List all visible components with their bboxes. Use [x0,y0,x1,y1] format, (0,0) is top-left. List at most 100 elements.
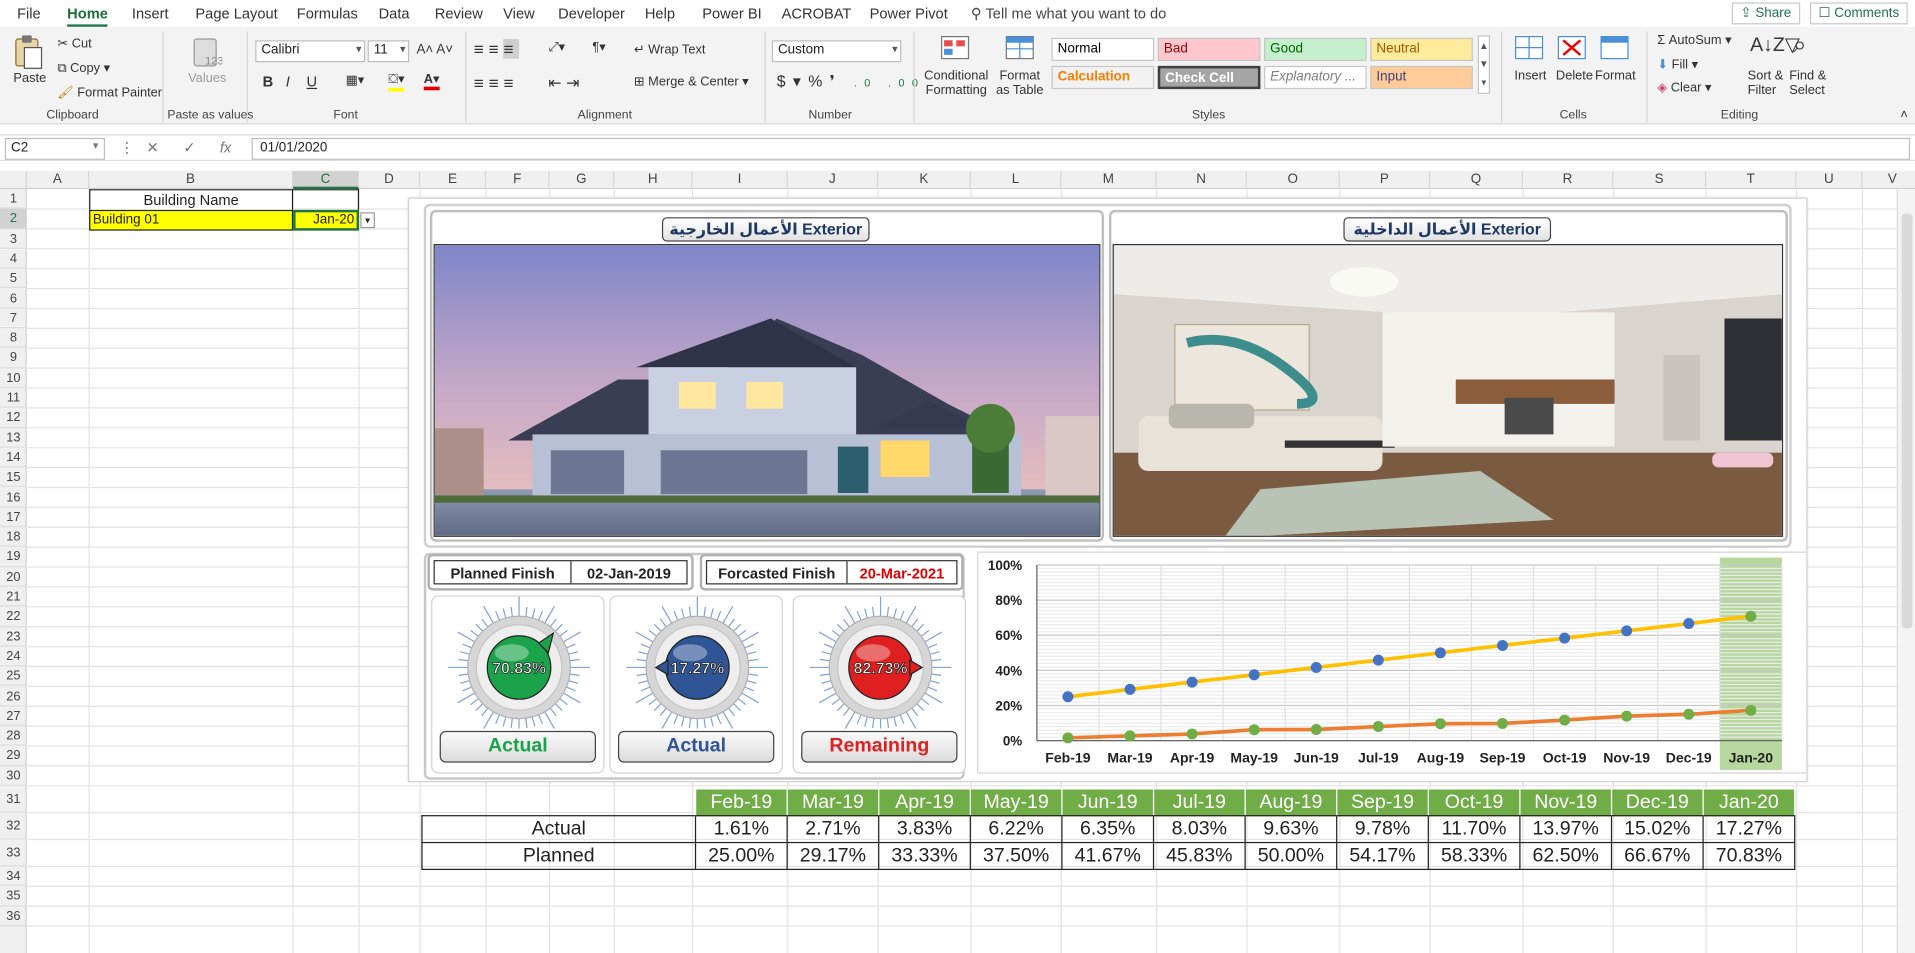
bold-button[interactable]: B [263,73,274,90]
series-2-point[interactable] [1745,704,1757,716]
format-painter-button[interactable]: 🖌 Format Painter [57,84,162,100]
table-cell-actual[interactable]: 6.35% [1061,815,1155,844]
table-cell-planned[interactable]: 37.50% [969,841,1063,871]
format-as-table-button[interactable]: Format as Table [992,68,1048,97]
cell-style-check-cell[interactable]: Check Cell [1157,65,1261,90]
select-all-corner[interactable] [0,170,27,190]
formula-input[interactable]: 01/01/2020 [251,137,1911,160]
menu-tab-view[interactable]: View [503,5,535,22]
italic-button[interactable]: I [286,73,290,90]
series-1-point[interactable] [1745,610,1757,622]
cell-style-calculation[interactable]: Calculation [1051,65,1155,90]
row-header-31[interactable]: 31 [0,786,27,813]
row-header-29[interactable]: 29 [0,746,27,766]
format-button[interactable]: Format [1595,68,1636,83]
table-cell-actual[interactable]: 9.78% [1336,815,1429,844]
autosum-button[interactable]: Σ AutoSum ▾ [1657,33,1731,48]
row-header-16[interactable]: 16 [0,487,27,508]
table-cell-actual[interactable]: 1.61% [694,815,788,844]
series-2-point[interactable] [1559,714,1571,726]
format-cells-icon[interactable] [1600,34,1632,67]
menu-tab-file[interactable]: File [17,5,41,22]
paste-values-icon[interactable]: 123 [191,34,223,74]
cell-style-normal[interactable]: Normal [1051,37,1155,62]
table-cell-actual[interactable]: 2.71% [786,815,880,844]
vertical-scroll-thumb[interactable] [1901,213,1913,629]
table-cell-actual[interactable]: 9.63% [1244,815,1338,844]
row-header-9[interactable]: 9 [0,348,27,369]
row-header-30[interactable]: 30 [0,766,27,786]
menu-tab-help[interactable]: Help [645,5,675,22]
delete-button[interactable]: Delete [1556,68,1593,83]
font-size-select[interactable]: 11 [367,40,410,63]
cut-button[interactable]: ✂ Cut [57,37,91,52]
borders-icon[interactable]: ▦▾ [346,73,365,88]
format-as-table-icon[interactable] [1005,34,1037,67]
column-header-i[interactable]: I [692,170,788,190]
wrap-text-button[interactable]: ↵ Wrap Text [634,43,706,58]
row-header-3[interactable]: 3 [0,229,27,249]
row-header-33[interactable]: 33 [0,839,27,867]
cell-style-neutral[interactable]: Neutral [1370,37,1473,62]
row-header-4[interactable]: 4 [0,249,27,269]
column-header-n[interactable]: N [1157,170,1247,190]
table-month-header[interactable]: Jul-19 [1152,788,1246,817]
column-header-e[interactable]: E [420,170,487,190]
column-header-v[interactable]: V [1862,171,1915,189]
row-header-13[interactable]: 13 [0,428,27,448]
indent-icons[interactable]: ⇤ ⇥ [548,73,579,93]
menu-tab-formulas[interactable]: Formulas [297,5,358,22]
row-header-22[interactable]: 22 [0,607,27,627]
row-header-35[interactable]: 35 [0,886,27,907]
series-1-point[interactable] [1310,661,1322,673]
table-month-header[interactable]: Jan-20 [1702,788,1796,817]
insert-cells-icon[interactable] [1514,34,1546,67]
series-2-point[interactable] [1124,730,1136,742]
values-button[interactable]: Values [188,71,226,86]
fill-color-icon[interactable]: ⛋▾ [388,72,405,92]
table-month-header[interactable]: Feb-19 [694,788,788,817]
column-header-p[interactable]: P [1340,170,1431,190]
insert-function-icon[interactable]: fx [220,139,231,156]
cell-style-good[interactable]: Good [1264,37,1367,62]
styles-scroll[interactable]: ▲ ▼ ▾ [1477,35,1490,94]
row-header-12[interactable]: 12 [0,408,27,428]
table-cell-planned[interactable]: 29.17% [786,841,880,871]
cancel-icon[interactable]: ✕ [147,139,159,156]
series-1-point[interactable] [1062,691,1074,703]
paragraph-icon[interactable]: ¶▾ [592,40,605,55]
series-2-point[interactable] [1683,708,1695,720]
column-header-h[interactable]: H [614,170,693,190]
horizontal-align-icons[interactable]: ≡≡≡ [474,73,519,93]
gauge-label-2[interactable]: Actual [617,730,775,763]
row-header-15[interactable]: 15 [0,468,27,488]
table-cell-actual[interactable]: 8.03% [1152,815,1246,844]
font-name-select[interactable]: Calibri [255,40,366,63]
column-header-c[interactable]: C [293,170,360,190]
paste-icon[interactable] [12,34,44,74]
series-1-point[interactable] [1497,639,1509,651]
number-format-icons[interactable]: $▾%❜ .0 .00 [777,72,926,92]
table-cell-planned[interactable]: 50.00% [1244,841,1338,871]
column-header-t[interactable]: T [1706,170,1797,190]
comments-button[interactable]: ☐ Comments [1809,2,1908,25]
row-header-5[interactable]: 5 [0,269,27,289]
column-header-j[interactable]: J [788,170,879,190]
tell-me-search[interactable]: ⚲ Tell me what you want to do [971,5,1166,22]
table-month-header[interactable]: May-19 [969,788,1063,817]
column-header-b[interactable]: B [89,170,294,190]
building-name-header[interactable]: Building Name [89,189,294,210]
series-1-point[interactable] [1248,669,1260,681]
enter-icon[interactable]: ✓ [183,139,195,156]
building-name-cell[interactable]: Building 01 [89,209,294,231]
row-header-17[interactable]: 17 [0,507,27,528]
series-2-point[interactable] [1248,724,1260,736]
actual-row-label[interactable]: Actual [421,815,697,844]
find-select-button[interactable]: Find & Select [1789,68,1831,97]
column-header-l[interactable]: L [971,170,1062,190]
name-box[interactable]: C2 [4,137,106,160]
vertical-align-icons[interactable]: ≡≡≡ [474,39,519,59]
table-cell-planned[interactable]: 54.17% [1336,841,1429,871]
name-box-dropdown-icon[interactable]: ▾ [93,139,99,152]
collapse-ribbon-icon[interactable]: ˄ [1900,107,1907,122]
